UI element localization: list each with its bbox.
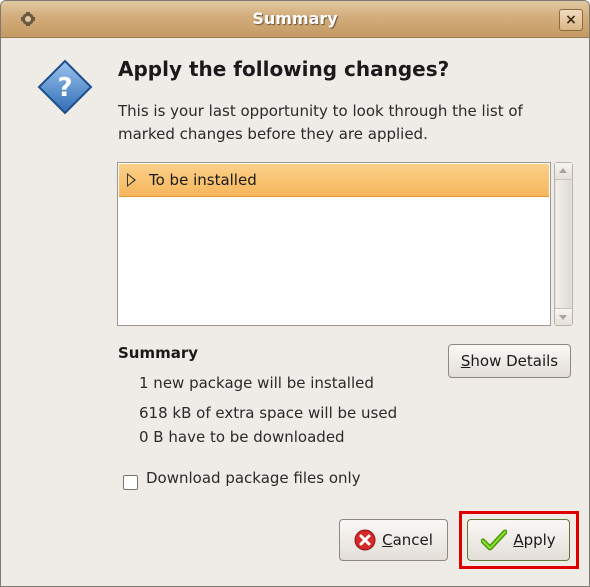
- arrow-down-icon: [559, 315, 567, 320]
- download-only-label[interactable]: Download package files only: [146, 469, 361, 487]
- question-icon: ?: [37, 59, 93, 115]
- download-only-checkbox[interactable]: [123, 475, 138, 490]
- vertical-scrollbar[interactable]: [554, 162, 573, 326]
- svg-text:?: ?: [57, 73, 72, 103]
- apply-button[interactable]: Apply: [467, 519, 570, 561]
- close-button[interactable]: ×: [559, 9, 583, 31]
- apply-label: pply: [523, 531, 556, 549]
- show-details-mnemonic: S: [460, 352, 471, 370]
- cancel-icon: [354, 529, 376, 551]
- summary-install-count: 1 new package will be installed: [139, 374, 374, 392]
- scroll-down-button[interactable]: [555, 308, 572, 325]
- dialog-description: This is your last opportunity to look th…: [118, 102, 523, 143]
- check-icon: [481, 529, 508, 551]
- cancel-label: ancel: [392, 531, 433, 549]
- summary-download-size: 0 B have to be downloaded: [139, 428, 345, 446]
- list-item-label: To be installed: [149, 171, 257, 189]
- close-icon: ×: [565, 12, 577, 28]
- show-details-label: how Details: [470, 352, 559, 370]
- arrow-up-icon: [559, 168, 567, 173]
- scroll-thumb[interactable]: [556, 180, 571, 308]
- show-details-button[interactable]: Show Details: [448, 344, 571, 378]
- cancel-mnemonic: C: [382, 531, 393, 549]
- summary-space-used: 618 kB of extra space will be used: [139, 404, 398, 422]
- cancel-button[interactable]: Cancel: [339, 519, 448, 561]
- window-title: Summary: [252, 9, 338, 28]
- list-item-to-be-installed[interactable]: To be installed: [119, 164, 549, 197]
- expander-arrow-icon[interactable]: [127, 173, 136, 187]
- title-bar[interactable]: Summary ×: [1, 1, 589, 38]
- changes-list[interactable]: To be installed: [117, 162, 551, 326]
- apply-mnemonic: A: [513, 531, 524, 549]
- summary-dialog: Summary × ? Apply the following changes?…: [0, 0, 590, 587]
- summary-heading: Summary: [118, 344, 199, 362]
- dialog-heading: Apply the following changes?: [118, 57, 450, 81]
- scroll-up-button[interactable]: [555, 163, 572, 180]
